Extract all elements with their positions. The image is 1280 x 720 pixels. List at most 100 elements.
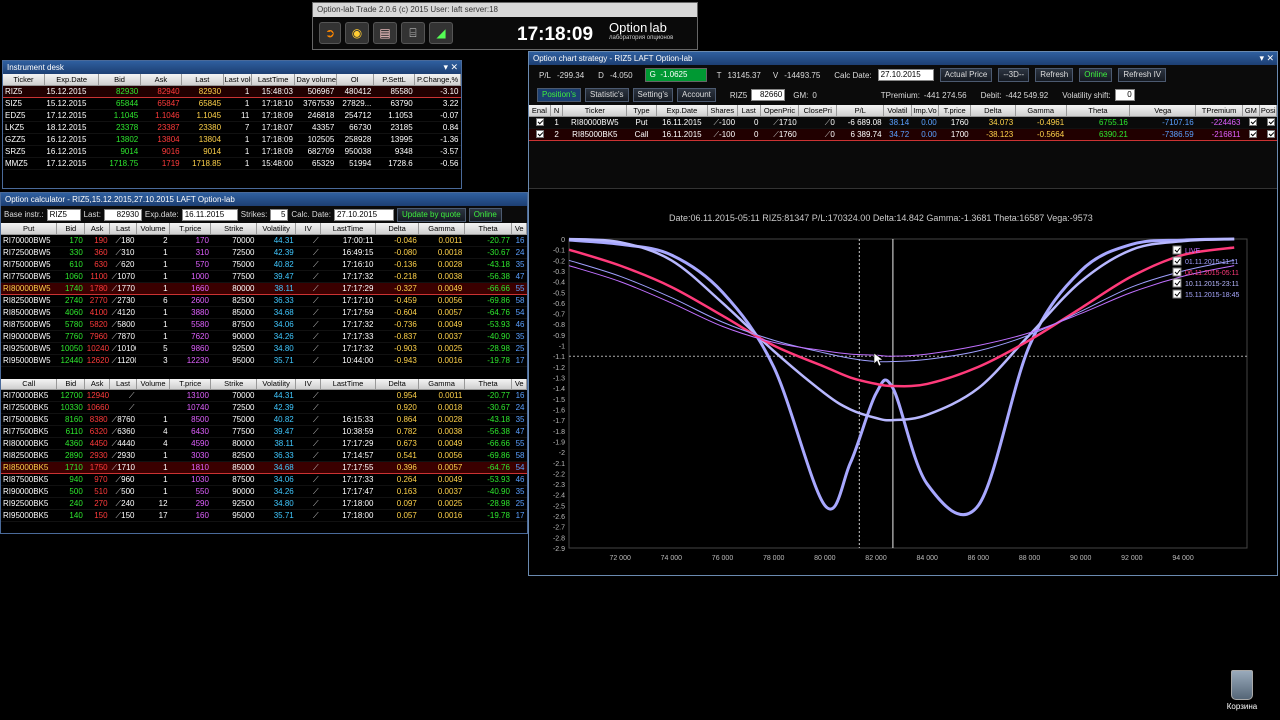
column-header[interactable]: T.price (938, 105, 972, 117)
checkbox[interactable] (535, 130, 544, 139)
legend-checkbox[interactable] (1172, 289, 1182, 299)
column-header[interactable]: Imp.Vo (911, 105, 940, 117)
option-row[interactable]: RI77500BK5 6110 6320 ⟋6360 4 6430 77500 39.47 ⟋ 1… (1, 425, 527, 438)
column-header[interactable]: Gamma (1015, 105, 1067, 117)
tab-statistics[interactable]: Statistic's (585, 88, 629, 102)
edit-pen-icon[interactable]: ⟋ (313, 308, 319, 317)
column-header[interactable]: Delta (970, 105, 1016, 117)
update-by-quote-button[interactable]: Update by quote (396, 207, 466, 222)
column-header[interactable]: Volume (136, 223, 171, 235)
instrument-row[interactable]: MMZ5 17.12.2015 1718.75 1719 1718.85 1 15:48:0… (3, 157, 461, 170)
option-row[interactable]: RI92500BK5 240 270 ⟋240 12 290 92500 34.80 ⟋ 17:1… (1, 497, 527, 510)
column-header[interactable]: Delta (375, 223, 420, 235)
edit-pen-icon[interactable]: ⟋ (313, 272, 319, 281)
actual-price-button[interactable]: Actual Price (939, 68, 993, 82)
column-header[interactable]: Volatility (256, 223, 297, 235)
last-input[interactable]: 82930 (103, 208, 142, 221)
edit-pen-icon[interactable]: ⟋ (313, 391, 319, 400)
option-row[interactable]: RI82500BW5 2740 2770 ⟋2730 6 2600 82500 36.33 ⟋ 1… (1, 294, 527, 307)
option-row[interactable]: RI95000BW51244012620⟋112003122309500035.… (1, 354, 527, 367)
checkbox[interactable] (1266, 130, 1275, 139)
close-icon[interactable]: ▾ ✕ (443, 61, 458, 74)
column-header[interactable]: Last (737, 105, 761, 117)
option-row[interactable]: RI70000BK5 12700 12940 ⟋ 13100 70000 44.31 ⟋ 0.9… (1, 389, 527, 402)
option-row[interactable]: RI92500BW51005010240⟋10100598609250034.8… (1, 342, 527, 355)
edit-pen-icon[interactable]: ⟋ (313, 260, 319, 269)
option-row[interactable]: RI90000BW5 7760 7960 ⟋7870 1 7620 90000 34.26 ⟋ 1… (1, 330, 527, 343)
column-header[interactable]: Bid (56, 378, 86, 390)
column-header[interactable]: Shares (707, 105, 738, 117)
3d-button[interactable]: --3D-- (998, 68, 1030, 82)
column-header[interactable]: Ticker (3, 74, 45, 86)
calc-date-input[interactable]: 27.10.2015 (333, 208, 394, 221)
column-header[interactable]: Ve (511, 223, 527, 235)
option-row[interactable]: RI75000BK5 8160 8380 ⟋8760 1 8500 75000 40.82 ⟋ 1… (1, 413, 527, 426)
column-header[interactable]: GM (1242, 105, 1260, 117)
panel-icon[interactable]: ▤ (373, 22, 397, 44)
column-header[interactable]: Theta (464, 223, 513, 235)
tab-settings[interactable]: Setting's (632, 88, 673, 102)
option-row[interactable]: RI70000BW5 170 190 ⟋180 2 170 70000 44.31 ⟋ 17:00… (1, 234, 527, 247)
column-header[interactable]: LastTime (320, 378, 376, 390)
refresh-button[interactable]: Refresh (1035, 68, 1074, 82)
edit-pen-icon[interactable]: ⟋ (313, 499, 319, 508)
edit-pen-icon[interactable]: ⟋ (313, 427, 319, 436)
edit-pen-icon[interactable]: ⟋ (313, 236, 319, 245)
option-row[interactable]: RI77500BW5 1060 1100 ⟋1070 1 1000 77500 39.47 ⟋ 1… (1, 270, 527, 283)
checkbox[interactable] (535, 118, 544, 127)
option-row[interactable]: RI87500BW5 5780 5820 ⟋5800 1 5580 87500 34.06 ⟋ 1… (1, 318, 527, 331)
column-header[interactable]: Ticker (562, 105, 628, 117)
column-header[interactable]: Theta (464, 378, 513, 390)
edit-pen-icon[interactable]: ⟋ (313, 487, 319, 496)
chart-window-icon[interactable]: ◢ (429, 22, 453, 44)
column-header[interactable]: Type (626, 105, 657, 117)
instrument-row[interactable]: SIZ5 15.12.2015 65844 65847 65845 1 17:18:10 37… (3, 97, 461, 110)
legend-checkbox[interactable] (1172, 267, 1182, 277)
column-header[interactable]: Last (109, 223, 137, 235)
column-header[interactable]: Theta (1066, 105, 1131, 117)
column-header[interactable]: Gamma (418, 223, 465, 235)
edit-pen-icon[interactable]: ⟋ (313, 356, 319, 365)
column-header[interactable]: Call (1, 378, 58, 390)
column-header[interactable]: TPremium (1195, 105, 1243, 117)
column-header[interactable]: Delta (375, 378, 420, 390)
option-row[interactable]: RI85000BK5 1710 1750 ⟋1710 1 1810 85000 34.68 ⟋ 1… (1, 461, 527, 474)
column-header[interactable]: P.Change,% (414, 74, 461, 86)
column-header[interactable]: LastTime (251, 74, 296, 86)
column-header[interactable]: ClosePri (798, 105, 838, 117)
option-row[interactable]: RI80000BK5 4360 4450 ⟋4440 4 4590 80000 38.11 ⟋ 1… (1, 437, 527, 450)
column-header[interactable]: T.price (169, 378, 212, 390)
option-row[interactable]: RI90000BK5 500 510 ⟋500 1 550 90000 34.26 ⟋ 17:17… (1, 485, 527, 498)
legend-checkbox[interactable] (1172, 245, 1182, 255)
tab-account[interactable]: Account (676, 88, 716, 102)
edit-pen-icon[interactable]: ⟋ (313, 439, 319, 448)
online-toggle-button[interactable]: Online (1079, 68, 1113, 82)
pl-chart[interactable]: 0 -0.1 -0.2 -0.3 -0.4 -0.5 -0.6 -0.7 -0.8 -0.9 -1 -… (529, 193, 1277, 575)
close-icon[interactable]: ▾ ✕ (1259, 52, 1274, 65)
column-header[interactable]: IV (295, 378, 322, 390)
instrument-row[interactable]: SRZ5 16.12.2015 9014 9016 9014 1 17:18:09 68270… (3, 145, 461, 158)
option-row[interactable]: RI85000BW5 4060 4100 ⟋4120 1 3880 85000 34.68 ⟋ 1… (1, 306, 527, 319)
edit-pen-icon[interactable]: ⟋ (129, 403, 135, 412)
checkbox[interactable] (1249, 118, 1258, 127)
column-header[interactable]: Strike (210, 378, 257, 390)
strategy-calc-date-input[interactable]: 27.10.2015 (877, 69, 934, 81)
column-header[interactable]: P/L (836, 105, 885, 117)
edit-pen-icon[interactable]: ⟋ (313, 475, 319, 484)
column-header[interactable]: Ask (84, 223, 111, 235)
edit-pen-icon[interactable]: ⟋ (129, 391, 135, 400)
legend-checkbox[interactable] (1172, 256, 1182, 266)
tab-positions[interactable]: Position's (537, 88, 581, 102)
instrument-row[interactable]: LKZ5 18.12.2015 23378 23387 23380 7 17:18:07 43… (3, 121, 461, 134)
column-header[interactable]: OpenPric (760, 105, 800, 117)
column-header[interactable]: OI (336, 74, 374, 86)
recycle-bin[interactable]: Корзина (1222, 670, 1262, 711)
edit-pen-icon[interactable]: ⟋ (313, 296, 319, 305)
column-header[interactable]: Last (181, 74, 224, 86)
option-row[interactable]: RI95000BK5 140 150 ⟋150 17 160 95000 35.71 ⟋ 17:1… (1, 509, 527, 522)
edit-pen-icon[interactable]: ⟋ (313, 332, 319, 341)
column-header[interactable]: Vega (1129, 105, 1197, 117)
column-header[interactable]: Volatility (256, 378, 297, 390)
option-row[interactable]: RI72500BK5 10330 10660 ⟋ 10740 72500 42.39 ⟋ 0.9… (1, 401, 527, 414)
coins-icon[interactable]: ◉ (345, 22, 369, 44)
